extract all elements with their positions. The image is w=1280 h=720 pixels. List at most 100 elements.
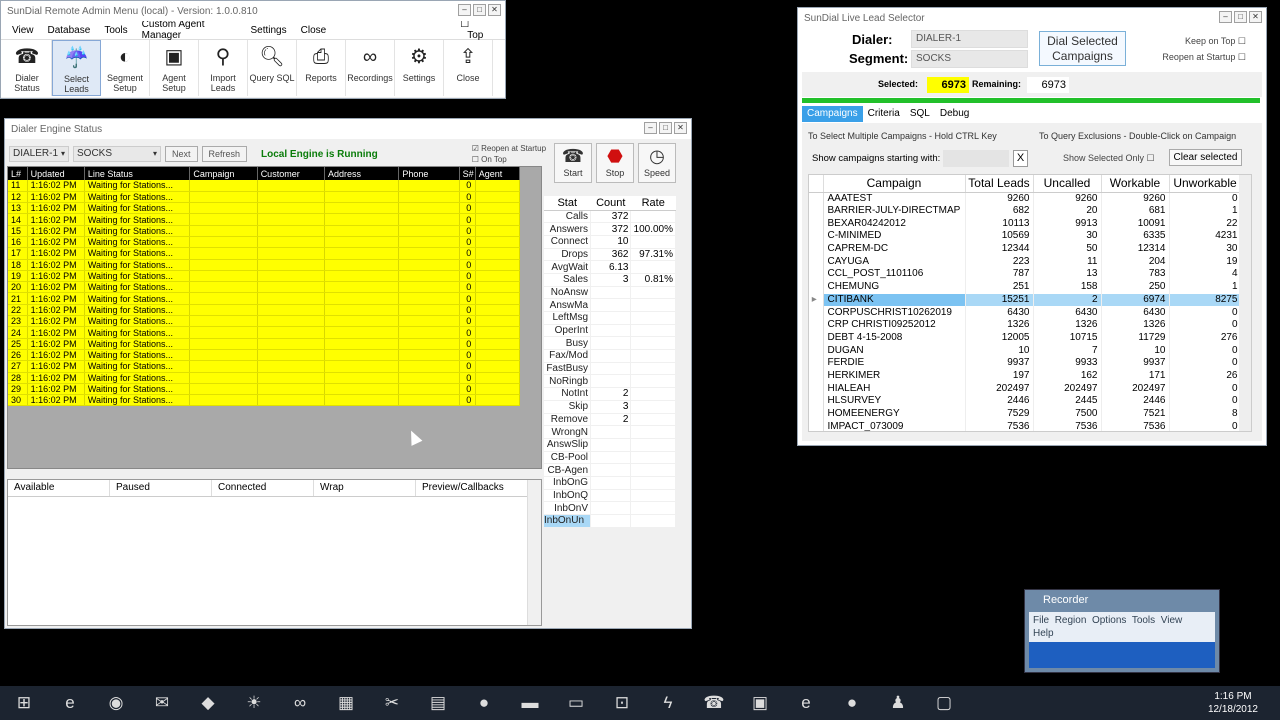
close-toolbar-button[interactable]: ⇪ Close (444, 40, 493, 96)
line-row[interactable]: 17 1:16:02 PM Waiting for Stations... 0 (8, 247, 521, 260)
tab-sql[interactable]: SQL (905, 106, 935, 122)
campaign-row[interactable]: CHEMUNG 251 158 250 1 (809, 280, 1242, 294)
app-icon[interactable]: ⊡ (600, 688, 644, 718)
agent-setup-button[interactable]: ▣ Agent Setup (150, 40, 199, 96)
row-selector[interactable] (809, 255, 824, 269)
line-row[interactable]: 16 1:16:02 PM Waiting for Stations... 0 (8, 236, 521, 249)
campaign-row[interactable]: HOMEENERGY 7529 7500 7521 8 (809, 407, 1242, 421)
lightning-icon[interactable]: ϟ (646, 688, 690, 718)
ie-icon[interactable]: e (48, 688, 92, 718)
app-icon[interactable]: ▤ (416, 688, 460, 718)
campaign-row[interactable]: HIALEAH 202497 202497 202497 0 (809, 382, 1242, 395)
row-selector[interactable] (809, 217, 824, 231)
line-row[interactable]: 28 1:16:02 PM Waiting for Stations... 0 (8, 372, 521, 384)
ontop-checkbox[interactable]: ☐ On Top (472, 154, 546, 165)
app-icon[interactable]: ♟ (876, 688, 920, 718)
recorder-menu-file[interactable]: File (1033, 615, 1049, 626)
recorder-menu-help[interactable]: Help (1033, 628, 1054, 639)
minimize-button[interactable]: – (458, 4, 471, 16)
grid-column-header[interactable]: Updated (27, 167, 85, 180)
ie-icon[interactable]: e (784, 688, 828, 718)
line-row[interactable]: 18 1:16:02 PM Waiting for Stations... 0 (8, 259, 521, 271)
stat-row[interactable]: FastBusy (544, 362, 676, 376)
line-row[interactable]: 22 1:16:02 PM Waiting for Stations... 0 (8, 304, 521, 317)
dialer-status-button[interactable]: ☎ Dialer Status (3, 40, 52, 96)
row-selector[interactable] (809, 204, 824, 218)
sun-icon[interactable]: ☀ (232, 688, 276, 718)
row-selector[interactable] (809, 407, 824, 421)
campaign-row[interactable]: ▸ CITIBANK 15251 2 6974 8275 (809, 293, 1242, 307)
campaign-row[interactable]: IMPACT_073009 7536 7536 7536 0 (809, 420, 1242, 431)
row-selector[interactable] (809, 382, 824, 395)
stat-row[interactable]: Calls 372 (544, 210, 676, 224)
grid-column-header[interactable]: Agent (475, 167, 521, 180)
app-icon[interactable]: ▬ (508, 688, 552, 718)
line-row[interactable]: 14 1:16:02 PM Waiting for Stations... 0 (8, 213, 521, 226)
segment-setup-button[interactable]: ◐ Segment Setup (101, 40, 150, 96)
row-selector[interactable] (809, 230, 824, 243)
stat-row[interactable]: CB-Pool (544, 451, 676, 465)
visual-studio-icon[interactable]: ∞ (278, 688, 322, 718)
menu-tools[interactable]: Tools (97, 25, 134, 36)
recorder-menu-tools[interactable]: Tools (1132, 615, 1155, 626)
row-selector[interactable] (809, 420, 824, 431)
line-row[interactable]: 12 1:16:02 PM Waiting for Stations... 0 (8, 191, 521, 204)
stat-row[interactable]: AnswMa (544, 298, 676, 312)
campaigns-scrollbar[interactable] (1239, 175, 1251, 431)
import-leads-button[interactable]: ⚲ Import Leads (199, 40, 248, 96)
menu-close[interactable]: Close (294, 25, 334, 36)
uncalled-column-header[interactable]: Uncalled (1033, 175, 1102, 193)
tab-campaigns[interactable]: Campaigns (802, 106, 863, 122)
stat-row[interactable]: Remove 2 (544, 413, 676, 427)
line-row[interactable]: 15 1:16:02 PM Waiting for Stations... 0 (8, 225, 521, 237)
total-leads-column-header[interactable]: Total Leads (965, 175, 1034, 193)
campaign-row[interactable]: AAATEST 9260 9260 9260 0 (809, 192, 1242, 205)
tools-icon[interactable]: ✂ (370, 688, 414, 718)
row-selector[interactable] (809, 280, 824, 294)
tab-debug[interactable]: Debug (935, 106, 974, 122)
stat-row[interactable]: NotInt 2 (544, 387, 676, 401)
close-button[interactable]: ✕ (1249, 11, 1262, 23)
row-selector[interactable] (809, 356, 824, 370)
row-selector[interactable] (809, 306, 824, 319)
stat-row[interactable]: InbOnG (544, 476, 676, 490)
workable-column-header[interactable]: Workable (1101, 175, 1170, 193)
unworkable-column-header[interactable]: Unworkable (1169, 175, 1242, 193)
menu-settings[interactable]: Settings (243, 25, 293, 36)
row-selector[interactable] (809, 268, 824, 281)
speed-button[interactable]: ◷ Speed (638, 143, 676, 183)
grid-column-header[interactable]: Customer (257, 167, 326, 180)
stat-row[interactable]: AvgWait 6.13 (544, 260, 676, 274)
line-row[interactable]: 23 1:16:02 PM Waiting for Stations... 0 (8, 315, 521, 328)
stat-row[interactable]: InbOnV (544, 501, 676, 515)
grid-column-header[interactable]: Campaign (189, 167, 258, 180)
stat-row[interactable]: InbOnQ (544, 489, 676, 503)
lead-segment-select[interactable]: SOCKS (911, 50, 1028, 68)
query-sql-button[interactable]: 🔍︎ Query SQL (248, 40, 297, 96)
line-row[interactable]: 26 1:16:02 PM Waiting for Stations... 0 (8, 349, 521, 362)
stat-row[interactable]: Connect 10 (544, 235, 676, 249)
close-button[interactable]: ✕ (488, 4, 501, 16)
campaign-row[interactable]: CORPUSCHRIST10262019 6430 6430 6430 0 (809, 306, 1242, 319)
reopen-startup-checkbox[interactable]: Reopen at Startup ☐ (1162, 52, 1246, 63)
row-selector[interactable] (809, 192, 824, 205)
campaign-row[interactable]: CCL_POST_1101106 787 13 783 4 (809, 268, 1242, 281)
clock[interactable]: 1:16 PM 12/18/2012 (1208, 690, 1258, 716)
campaign-column-header[interactable]: Campaign (823, 175, 966, 193)
settings-button[interactable]: ⚙ Settings (395, 40, 444, 96)
globe-icon[interactable]: ● (462, 688, 506, 718)
app-icon[interactable]: ▢ (922, 688, 966, 718)
campaign-row[interactable]: FERDIE 9937 9933 9937 0 (809, 356, 1242, 370)
maximize-button[interactable]: □ (1234, 11, 1247, 23)
clear-filter-button[interactable]: X (1013, 150, 1028, 167)
line-row[interactable]: 13 1:16:02 PM Waiting for Stations... 0 (8, 202, 521, 215)
filter-input[interactable] (943, 150, 1009, 167)
line-row[interactable]: 27 1:16:02 PM Waiting for Stations... 0 (8, 360, 521, 373)
campaign-row[interactable]: CRP CHRISTI09252012 1326 1326 1326 0 (809, 318, 1242, 332)
grid-column-header[interactable]: Address (324, 167, 400, 180)
row-selector[interactable] (809, 344, 824, 357)
menu-view[interactable]: View (5, 25, 41, 36)
keep-on-top-checkbox[interactable]: Keep on Top ☐ (1185, 36, 1246, 47)
row-selector[interactable] (809, 395, 824, 408)
campaign-row[interactable]: HERKIMER 197 162 171 26 (809, 369, 1242, 383)
